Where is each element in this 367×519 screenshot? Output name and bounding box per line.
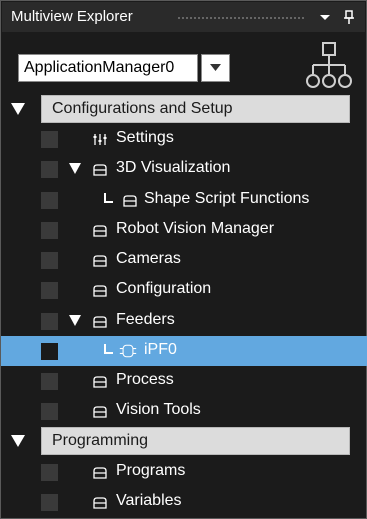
tree-item-label: Process bbox=[116, 371, 174, 388]
expand-triangle-icon[interactable] bbox=[10, 434, 26, 448]
folder-icon bbox=[123, 195, 137, 207]
application-selector[interactable]: ApplicationManager0 bbox=[18, 54, 198, 82]
tree-connector bbox=[104, 193, 113, 203]
tree-item-label: 3D Visualization bbox=[116, 159, 231, 176]
tree-item-settings[interactable]: Settings bbox=[1, 124, 367, 154]
tree-item-label: Vision Tools bbox=[116, 401, 201, 418]
application-selector-value: ApplicationManager0 bbox=[24, 59, 175, 76]
tree-item-3d-visualization[interactable]: 3D Visualization bbox=[1, 154, 367, 184]
tree-checkbox[interactable] bbox=[41, 282, 58, 299]
tree-item-robot-vision-manager[interactable]: Robot Vision Manager bbox=[1, 215, 367, 245]
group-header-bar: Configurations and Setup bbox=[41, 95, 350, 123]
tree-item-cameras[interactable]: Cameras bbox=[1, 245, 367, 275]
tree-item-configuration[interactable]: Configuration bbox=[1, 275, 367, 305]
folder-icon bbox=[93, 225, 107, 237]
group-header-bar: Programming bbox=[41, 427, 350, 455]
tree-checkbox[interactable] bbox=[41, 464, 58, 481]
folder-icon bbox=[93, 497, 107, 509]
tree-group-programming[interactable]: Programming bbox=[1, 426, 367, 456]
folder-icon bbox=[93, 406, 107, 418]
tree-connector bbox=[104, 344, 113, 354]
group-label: Programming bbox=[52, 432, 149, 449]
chevron-down-icon[interactable] bbox=[317, 9, 333, 25]
pin-icon[interactable] bbox=[341, 9, 357, 25]
tree-checkbox[interactable] bbox=[41, 131, 58, 148]
tree-item-label: Feeders bbox=[116, 311, 175, 328]
folder-icon bbox=[93, 467, 107, 479]
tree-item-label: iPF0 bbox=[144, 341, 177, 358]
tree-item-feeders[interactable]: Feeders bbox=[1, 306, 367, 336]
settings-sliders-icon bbox=[93, 134, 107, 145]
triangle-down-icon bbox=[210, 64, 221, 71]
folder-icon bbox=[93, 285, 107, 297]
panel-title-bar[interactable]: Multiview Explorer bbox=[2, 2, 365, 32]
tree-checkbox[interactable] bbox=[41, 403, 58, 420]
tree-item-process[interactable]: Process bbox=[1, 366, 367, 396]
tree-item-shape-script-functions[interactable]: Shape Script Functions bbox=[1, 185, 367, 215]
application-selector-button[interactable] bbox=[201, 54, 230, 82]
tree-item-label: Cameras bbox=[116, 250, 181, 267]
tree-checkbox[interactable] bbox=[41, 373, 58, 390]
drag-grip[interactable] bbox=[177, 16, 305, 21]
expand-triangle-icon[interactable] bbox=[68, 314, 82, 327]
tree-checkbox[interactable] bbox=[41, 313, 58, 330]
multiview-explorer-panel: Multiview Explorer ApplicationManager0 C… bbox=[0, 0, 367, 519]
tree-item-label: Robot Vision Manager bbox=[116, 220, 275, 237]
tree-item-variables[interactable]: Variables bbox=[1, 487, 367, 517]
tree-checkbox[interactable] bbox=[41, 343, 58, 360]
folder-icon bbox=[93, 316, 107, 328]
group-label: Configurations and Setup bbox=[52, 100, 233, 117]
tree-group-configurations[interactable]: Configurations and Setup bbox=[1, 94, 367, 124]
tree-item-label: Settings bbox=[116, 129, 174, 146]
tree-checkbox[interactable] bbox=[41, 222, 58, 239]
expand-triangle-icon[interactable] bbox=[68, 162, 82, 175]
tree-item-label: Variables bbox=[116, 492, 182, 509]
tree-item-vision-tools[interactable]: Vision Tools bbox=[1, 396, 367, 426]
tree-item-label: Programs bbox=[116, 462, 186, 479]
tree-item-ipf0[interactable]: iPF0 bbox=[1, 336, 367, 366]
folder-icon bbox=[93, 255, 107, 267]
tree-checkbox[interactable] bbox=[41, 161, 58, 178]
expand-triangle-icon[interactable] bbox=[10, 102, 26, 116]
tree-checkbox[interactable] bbox=[41, 252, 58, 269]
folder-icon bbox=[93, 164, 107, 176]
tree-item-label: Configuration bbox=[116, 280, 212, 297]
hierarchy-icon[interactable] bbox=[304, 41, 354, 93]
folder-icon bbox=[93, 376, 107, 388]
tree-item-programs[interactable]: Programs bbox=[1, 457, 367, 487]
panel-title: Multiview Explorer bbox=[11, 8, 133, 25]
tree-checkbox[interactable] bbox=[41, 494, 58, 511]
tree-item-label: Shape Script Functions bbox=[144, 190, 310, 207]
feeder-device-icon bbox=[119, 344, 137, 358]
tree-checkbox[interactable] bbox=[41, 192, 58, 209]
